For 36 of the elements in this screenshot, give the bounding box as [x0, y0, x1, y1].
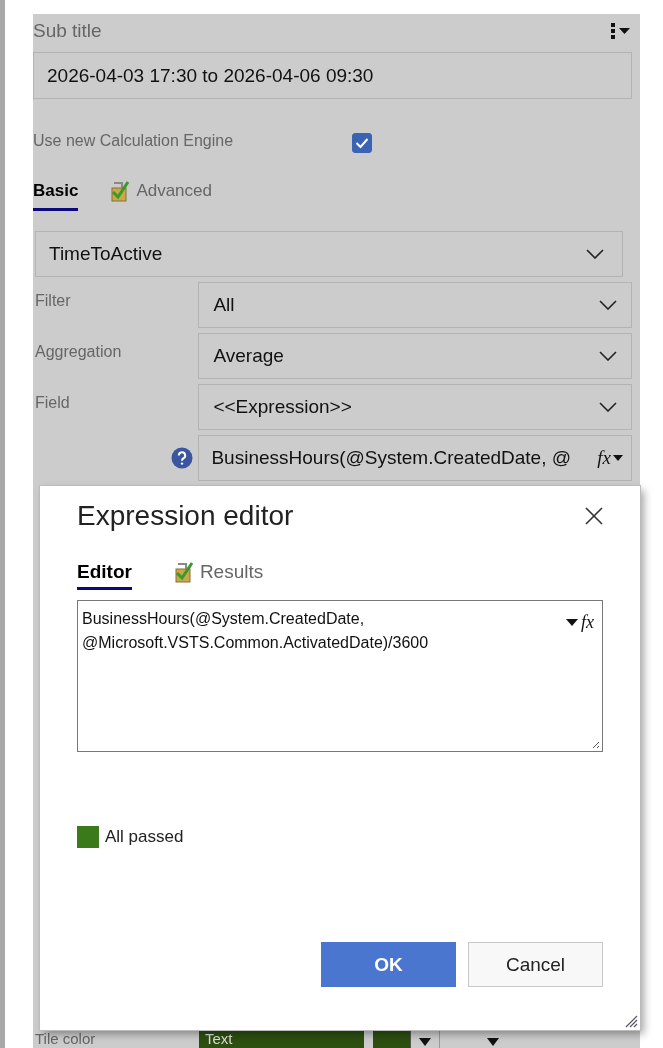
field-label: Field: [34, 393, 71, 413]
ok-button[interactable]: OK: [321, 942, 456, 987]
chevron-down-icon: [586, 249, 604, 259]
close-icon[interactable]: [585, 507, 603, 525]
calc-engine-checkbox[interactable]: [352, 133, 372, 153]
help-icon[interactable]: [171, 447, 194, 469]
chevron-down-icon: [599, 300, 617, 310]
select-dropdown[interactable]: Average: [198, 333, 632, 379]
cancel-button[interactable]: Cancel: [468, 942, 603, 987]
caret-down-icon: [419, 1038, 431, 1046]
chevron-down-icon: [599, 351, 617, 361]
resize-grip-icon[interactable]: [624, 1014, 638, 1028]
select-dropdown[interactable]: All: [198, 282, 632, 328]
field-label: Filter: [34, 291, 72, 311]
resize-grip-icon[interactable]: [590, 739, 600, 749]
select-dropdown[interactable]: <<Expression>>: [198, 384, 632, 430]
checked-document-icon: [173, 561, 194, 583]
status-text: All passed: [105, 827, 184, 847]
dialog-title: Expression editor: [77, 500, 294, 532]
status-square-icon: [77, 826, 99, 848]
field-label: Aggregation: [34, 342, 123, 362]
caret-down-icon: [487, 1038, 499, 1046]
more-options-icon[interactable]: [608, 21, 632, 41]
tab[interactable]: Editor: [77, 554, 132, 590]
expression-textarea[interactable]: BusinessHours(@System.CreatedDate, @Microsoft.VSTS.Common.ActivatedDate)/3600 fx: [77, 600, 603, 752]
tab[interactable]: Results: [173, 554, 264, 590]
section-title: Sub title: [33, 20, 102, 42]
subtitle-input-field[interactable]: 2026-04-03 17:30 to 2026-04-06 09:30: [33, 52, 632, 99]
calc-engine-label: Use new Calculation Engine: [33, 132, 235, 150]
tile-color-label: Tile color: [34, 1030, 97, 1047]
metric-dropdown[interactable]: TimeToActive: [35, 231, 623, 277]
checked-document-icon: [110, 180, 131, 202]
tab[interactable]: Advanced: [110, 171, 212, 211]
chevron-down-icon: [599, 402, 617, 412]
expression-field[interactable]: BusinessHours(@System.CreatedDate, @ fx: [198, 435, 632, 481]
tab[interactable]: Basic: [33, 171, 79, 211]
